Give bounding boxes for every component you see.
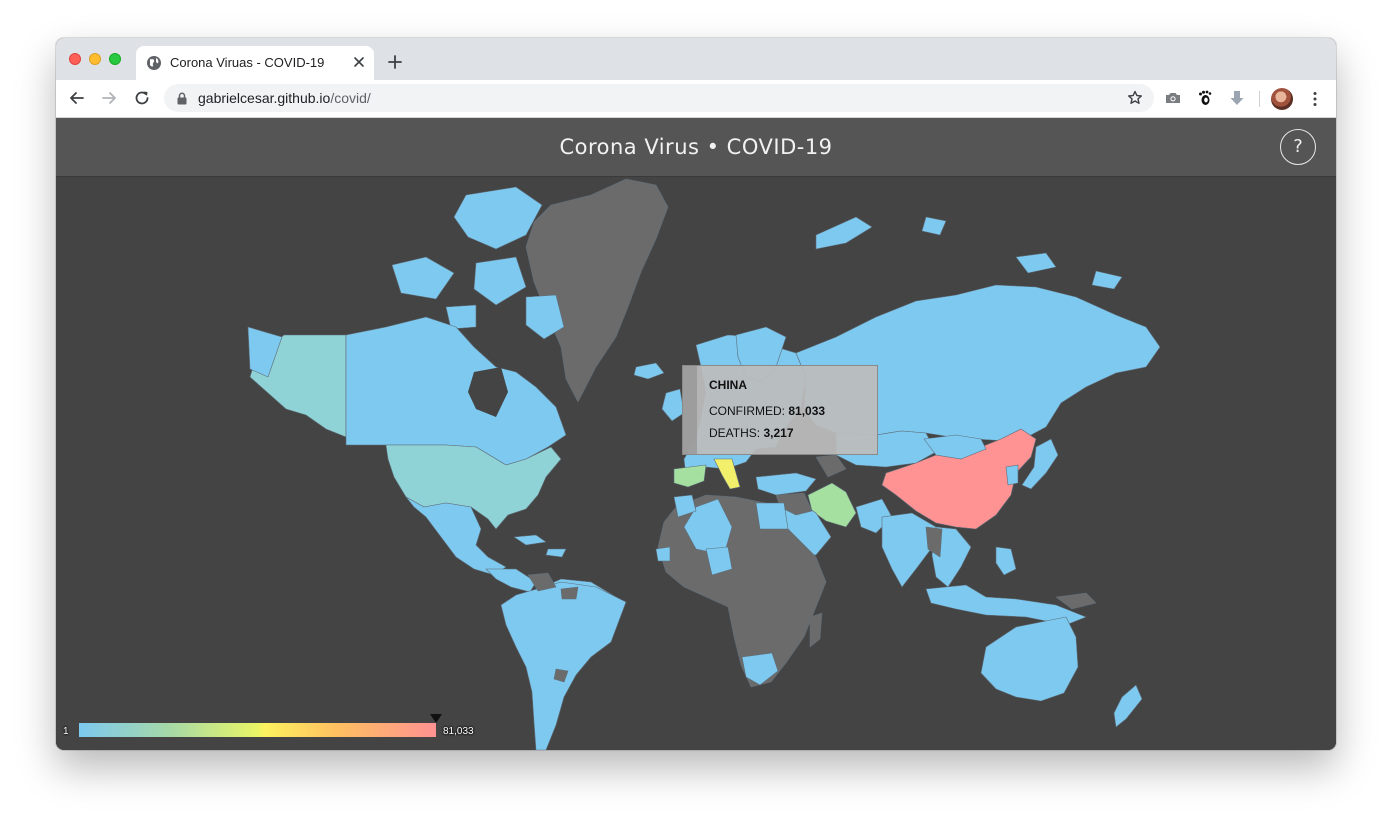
country-caucasus[interactable] — [815, 454, 847, 478]
country-madagascar[interactable] — [809, 612, 823, 648]
tooltip-stripe — [683, 366, 697, 454]
country-turkey[interactable] — [755, 472, 817, 496]
camera-icon[interactable] — [1164, 89, 1182, 107]
country-papua[interactable] — [1055, 592, 1097, 610]
country-uk-ireland[interactable] — [661, 388, 685, 422]
zoom-window-button[interactable] — [109, 53, 121, 65]
country-egypt[interactable] — [755, 502, 789, 530]
lock-icon — [177, 92, 187, 105]
page-content: Corona Virus • COVID-19 ? CHINA CONFIRME… — [56, 118, 1336, 750]
country-senegal[interactable] — [655, 546, 671, 562]
reload-icon[interactable] — [132, 88, 152, 108]
help-button[interactable]: ? — [1280, 129, 1316, 165]
tooltip-deaths: DEATHS: 3,217 — [709, 426, 794, 440]
star-icon[interactable] — [1126, 89, 1144, 107]
legend-max-label: 81,033 — [443, 726, 474, 737]
caribbean-islands[interactable] — [513, 534, 567, 558]
legend-min-label: 1 — [63, 726, 69, 737]
country-spain-portugal[interactable] — [673, 464, 707, 488]
country-south-america-main[interactable] — [500, 581, 627, 750]
country-india[interactable] — [881, 512, 937, 588]
globe-icon — [147, 56, 161, 70]
tab-title: Corona Viruas - COVID-19 — [170, 55, 325, 70]
arrow-left-icon[interactable] — [67, 88, 87, 108]
avatar[interactable] — [1271, 88, 1293, 110]
kebab-menu-icon[interactable] — [1306, 90, 1324, 108]
download-arrow-icon[interactable] — [1228, 89, 1246, 107]
country-australia[interactable] — [980, 616, 1079, 702]
country-guianas[interactable] — [560, 586, 579, 600]
legend-marker — [430, 714, 442, 723]
browser-window: Corona Viruas - COVID-19 gabrielcesar.gi… — [56, 38, 1336, 750]
country-central-america[interactable] — [485, 568, 537, 593]
country-canada[interactable] — [345, 316, 567, 466]
close-icon[interactable] — [350, 53, 368, 71]
plus-icon[interactable] — [386, 53, 404, 71]
close-window-button[interactable] — [69, 53, 81, 65]
minimize-window-button[interactable] — [89, 53, 101, 65]
country-tooltip: CHINA CONFIRMED: 81,033 DEATHS: 3,217 — [682, 365, 878, 455]
country-new-zealand[interactable] — [1113, 684, 1143, 728]
url-text: gabrielcesar.github.io/covid/ — [198, 90, 371, 106]
toolbar-divider — [1259, 91, 1260, 107]
address-bar[interactable]: gabrielcesar.github.io/covid/ — [164, 84, 1154, 112]
tab-strip: Corona Viruas - COVID-19 — [56, 38, 1336, 80]
browser-toolbar: gabrielcesar.github.io/covid/ — [56, 80, 1336, 118]
arrow-right-icon[interactable] — [99, 88, 119, 108]
page-title: Corona Virus • COVID-19 — [559, 135, 833, 159]
russia-arctic-islands[interactable] — [815, 216, 1123, 290]
page-header: Corona Virus • COVID-19 ? — [56, 118, 1336, 177]
tooltip-confirmed: CONFIRMED: 81,033 — [709, 404, 826, 418]
footprint-icon[interactable] — [1196, 89, 1214, 107]
legend-gradient-bar — [79, 723, 436, 737]
world-map — [247, 178, 1161, 750]
tooltip-country-name: CHINA — [709, 378, 747, 392]
active-tab[interactable]: Corona Viruas - COVID-19 — [136, 46, 374, 80]
country-iceland[interactable] — [633, 362, 665, 380]
country-philippines[interactable] — [995, 546, 1017, 576]
country-korea[interactable] — [1005, 464, 1019, 486]
